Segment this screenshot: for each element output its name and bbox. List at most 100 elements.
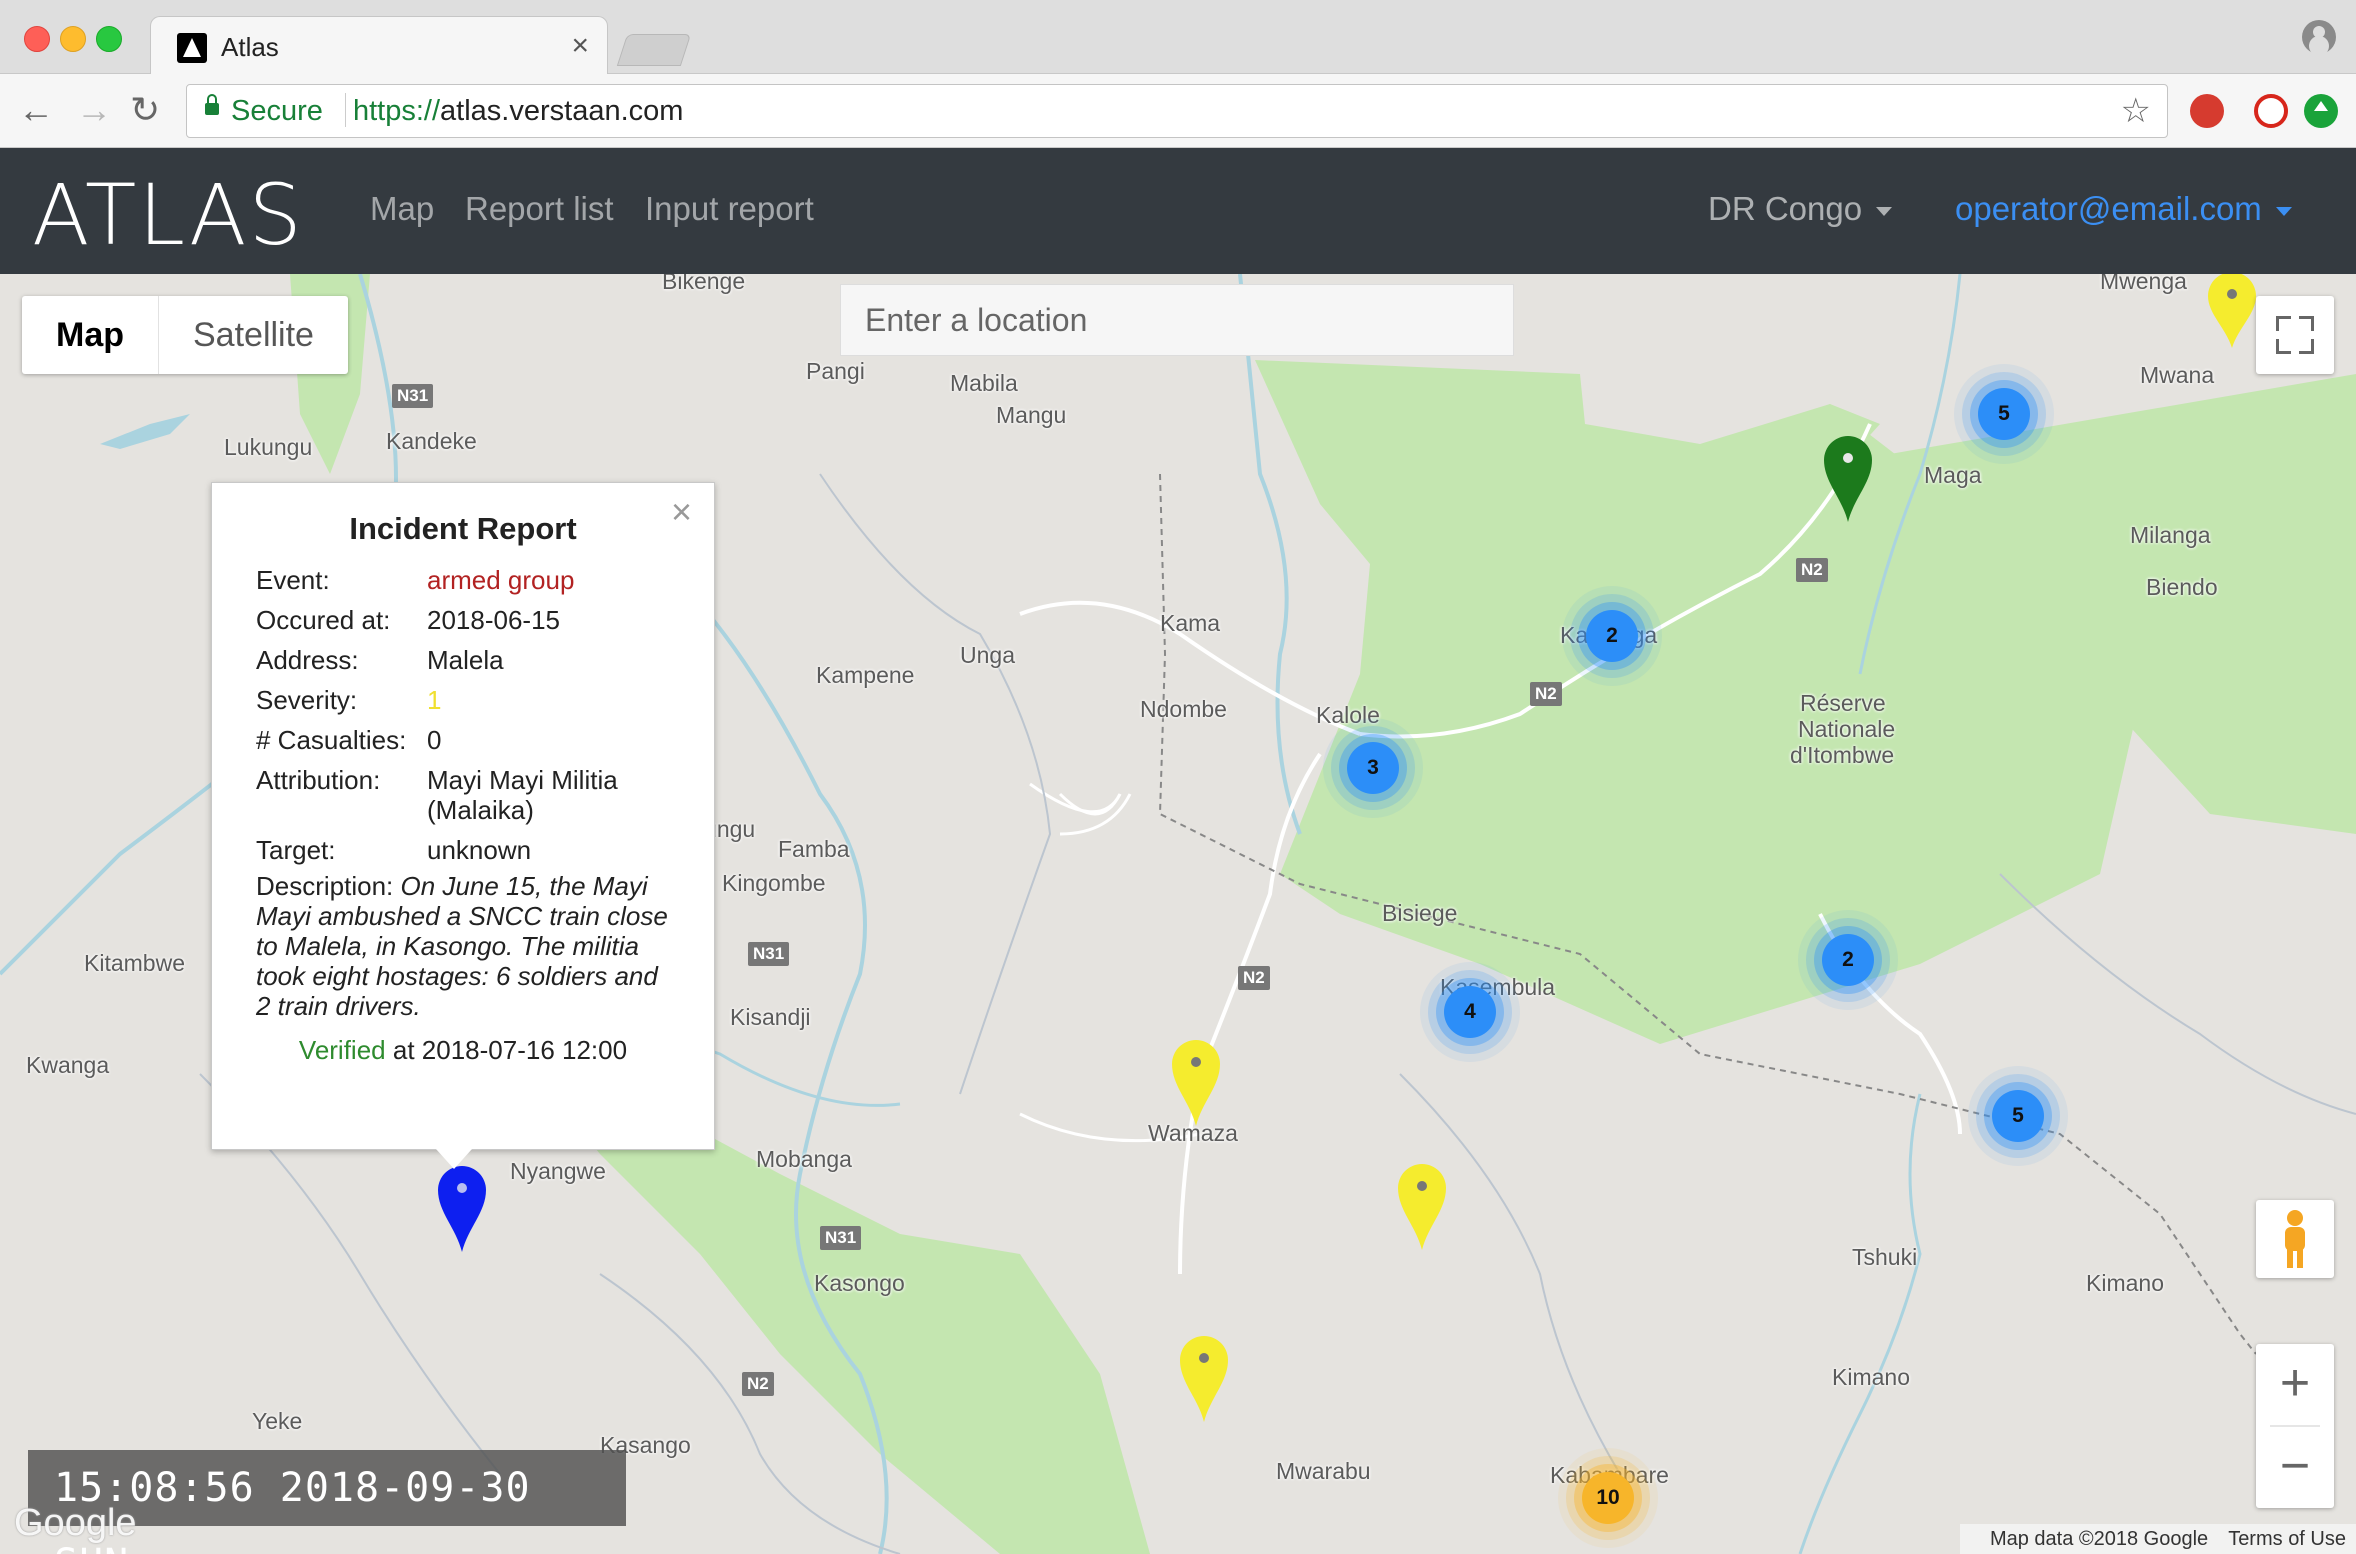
place-label: Mobanga: [756, 1146, 852, 1172]
road-shield: N31: [748, 942, 790, 966]
verified-time: 2018-07-16 12:00: [421, 1035, 628, 1065]
window-maximize-button[interactable]: [96, 26, 122, 52]
caret-down-icon: [1876, 206, 1893, 216]
nav-link-map[interactable]: Map: [370, 190, 434, 228]
app-navbar: ATLAS Map Report list Input report DR Co…: [0, 148, 2356, 274]
description-label: Description:: [256, 871, 394, 901]
place-label: Kwanga: [26, 1052, 110, 1078]
profile-icon[interactable]: [2302, 20, 2336, 54]
extension-virus-icon[interactable]: [2190, 94, 2224, 128]
field-row-address: Address: Malela: [256, 645, 670, 675]
place-label: Mwana: [2140, 362, 2215, 388]
url-text[interactable]: https://atlas.verstaan.com: [353, 95, 683, 128]
pegman-icon: [2285, 1210, 2305, 1268]
atlas-favicon-icon: [177, 33, 207, 63]
user-dropdown-label: operator@email.com: [1955, 190, 2262, 227]
map-type-control: Map Satellite: [22, 296, 348, 374]
place-label: Bisiege: [1382, 900, 1458, 926]
place-label: Bikenge: [662, 274, 746, 294]
back-arrow-icon[interactable]: ←: [18, 92, 54, 128]
forward-arrow-icon[interactable]: →: [76, 92, 112, 128]
place-label: Mabila: [950, 370, 1018, 396]
place-label: Nyangwe: [510, 1158, 606, 1184]
popup-close-icon[interactable]: ×: [671, 491, 692, 533]
terms-of-use-link[interactable]: Terms of Use: [2228, 1528, 2346, 1550]
window-close-button[interactable]: [24, 26, 50, 52]
place-label: Kasongo: [814, 1270, 905, 1296]
field-row-casualties: # Casualties: 0: [256, 725, 670, 755]
bookmark-star-icon[interactable]: ☆: [2121, 91, 2151, 131]
nav-link-report-list[interactable]: Report list: [465, 190, 614, 228]
window-minimize-button[interactable]: [60, 26, 86, 52]
location-search-input[interactable]: [840, 284, 1514, 356]
extension-adblock-icon[interactable]: [2254, 94, 2288, 128]
field-value-target: unknown: [427, 835, 532, 865]
browser-tab[interactable]: Atlas ×: [150, 16, 608, 75]
incident-cluster[interactable]: 5: [1992, 1090, 2044, 1142]
road-shield: N2: [742, 1372, 774, 1396]
place-label: Kandeke: [386, 428, 477, 454]
map-type-satellite-button[interactable]: Satellite: [159, 296, 348, 374]
place-label: Tshuki: [1852, 1244, 1918, 1270]
user-dropdown[interactable]: operator@email.com: [1955, 190, 2292, 228]
description: Description: On June 15, the Mayi Mayi a…: [256, 871, 670, 1021]
place-label: Mangu: [996, 402, 1067, 428]
fullscreen-icon: [2299, 339, 2314, 354]
new-tab-button[interactable]: [616, 34, 692, 66]
reload-icon[interactable]: ↻: [130, 92, 160, 128]
tab-title: Atlas: [221, 32, 279, 62]
field-value-date: 2018-06-15: [427, 605, 560, 635]
incident-cluster[interactable]: 5: [1978, 388, 2030, 440]
browser-toolbar: ← → ↻ Secure https://atlas.verstaan.com …: [0, 74, 2356, 148]
google-logo[interactable]: Google: [14, 1502, 137, 1545]
incident-marker-green[interactable]: [1822, 432, 1874, 524]
map-data-attribution: Map data ©2018 Google: [1989, 1528, 2209, 1550]
place-label: Kalole: [1316, 702, 1380, 728]
incident-cluster[interactable]: 2: [1586, 610, 1638, 662]
incident-marker-selected[interactable]: [436, 1162, 488, 1254]
map-attribution: Map data ©2018 Google Terms of Use: [1959, 1524, 2356, 1554]
field-row-target: Target: unknown: [256, 835, 670, 865]
lock-icon: [205, 94, 219, 115]
incident-marker-yellow[interactable]: [1396, 1160, 1448, 1252]
url-host: atlas.verstaan.com: [440, 95, 684, 127]
map-type-map-button[interactable]: Map: [22, 296, 159, 374]
field-label: # Casualties:: [256, 725, 407, 755]
place-label: Pangi: [806, 358, 865, 384]
incident-report-popup: × Incident Report Event: armed group Occu…: [211, 482, 715, 1169]
map-canvas[interactable]: Bikenge Mwenga Pangi Mabila Mangu Mwana …: [0, 274, 2356, 1554]
place-label: Kampene: [816, 662, 915, 688]
field-value-address: Malela: [427, 645, 504, 675]
place-label: Kimano: [1832, 1364, 1910, 1390]
caret-down-icon: [2275, 206, 2292, 216]
country-dropdown[interactable]: DR Congo: [1708, 190, 1893, 228]
atlas-logo[interactable]: ATLAS: [32, 170, 304, 260]
incident-cluster[interactable]: 4: [1444, 986, 1496, 1038]
extension-upload-icon[interactable]: [2304, 94, 2338, 128]
place-label: Kingombe: [722, 870, 826, 896]
zoom-out-button[interactable]: −: [2256, 1427, 2334, 1508]
place-label: Mwenga: [2100, 274, 2187, 294]
incident-marker-yellow[interactable]: [1178, 1332, 1230, 1424]
tab-close-icon[interactable]: ×: [571, 29, 589, 63]
place-label: Maga: [1924, 462, 1982, 488]
fullscreen-icon: [2276, 316, 2291, 331]
field-value-severity: 1: [427, 685, 442, 715]
field-label: Target:: [256, 835, 336, 865]
incident-cluster[interactable]: 3: [1347, 742, 1399, 794]
field-value-attribution: Mayi Mayi Militia (Malaika): [427, 765, 618, 825]
place-label: Kama: [1160, 610, 1221, 636]
zoom-in-button[interactable]: +: [2270, 1344, 2320, 1427]
place-label: Ndombe: [1140, 696, 1227, 722]
incident-cluster[interactable]: 2: [1822, 934, 1874, 986]
zoom-control: + −: [2256, 1344, 2334, 1508]
place-label: Unga: [960, 642, 1015, 668]
incident-cluster[interactable]: 10: [1582, 1472, 1634, 1524]
fullscreen-button[interactable]: [2256, 296, 2334, 374]
field-row-event: Event: armed group: [256, 565, 670, 595]
street-view-pegman-button[interactable]: [2256, 1200, 2334, 1278]
incident-marker-yellow[interactable]: [1170, 1036, 1222, 1128]
address-bar[interactable]: Secure https://atlas.verstaan.com ☆: [186, 84, 2168, 138]
incident-marker-yellow[interactable]: [2206, 274, 2258, 350]
nav-link-input-report[interactable]: Input report: [645, 190, 814, 228]
